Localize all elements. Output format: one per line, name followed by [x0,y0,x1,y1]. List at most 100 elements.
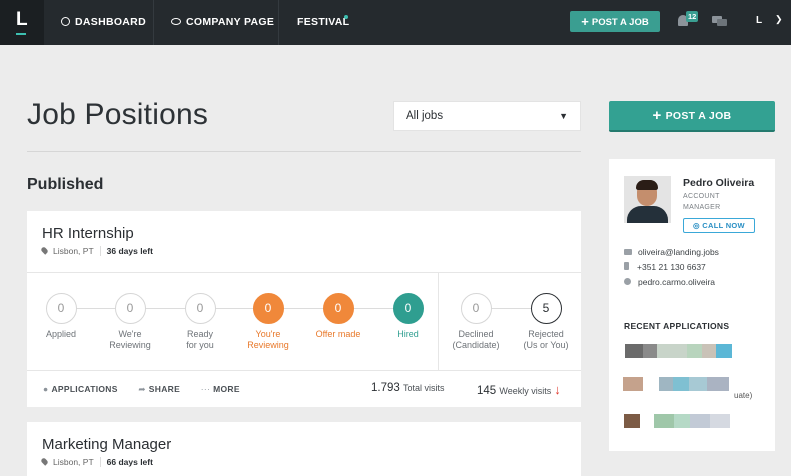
share-label: SHARE [148,384,181,394]
stage-label: Offer made [315,329,361,339]
new-dot-indicator [344,15,348,19]
logo[interactable]: L [0,0,44,45]
total-visits-value: 1.793 [371,382,400,394]
nav-company-page-label: COMPANY PAGE [186,16,275,28]
plus-icon: + [652,107,662,124]
stage-count: 5 [530,293,562,324]
stage-hired[interactable]: 0 Hired [378,293,438,340]
stage-applied[interactable]: 0 Applied [31,293,91,340]
call-now-button[interactable]: ◎ CALL NOW [683,218,755,233]
more-icon: ··· [200,384,211,394]
job-location: Lisbon, PT [53,457,94,467]
stage-ready-for-you[interactable]: 0 Ready for you [170,293,230,351]
weekly-visits: 145 Weekly visits ↓ [477,382,561,397]
divider [438,273,439,370]
job-location: Lisbon, PT [53,246,94,256]
stage-label: You're Reviewing [247,329,289,350]
stage-label: Declined (Candidate) [452,329,500,350]
skype-icon [624,278,631,285]
manager-phone[interactable]: +351 21 130 6637 [624,262,706,272]
manager-phone-text: +351 21 130 6637 [637,262,706,272]
arrow-down-icon: ↓ [554,382,561,397]
plus-icon: + [581,14,589,29]
stage-you-reviewing[interactable]: 0 You're Reviewing [238,293,298,351]
nav-dashboard-label: DASHBOARD [75,16,146,28]
section-heading: Published [27,176,104,193]
notification-badge: 12 [686,11,699,22]
nav-post-job-label: POST A JOB [591,17,649,28]
jobs-filter-select[interactable]: All jobs ▼ [393,101,581,131]
user-icon: ● [43,384,49,394]
page-title: Job Positions [27,98,209,131]
recent-application-item[interactable] [624,414,734,428]
total-visits-label: Total visits [402,383,445,393]
job-actions: ● APPLICATIONS ➦ SHARE ··· MORE [43,384,258,395]
manager-skype-text: pedro.carmo.oliveira [638,277,716,287]
stage-label: We're Reviewing [109,329,151,350]
stage-label: Hired [397,329,419,339]
recent-application-fragment: uate) [734,391,753,400]
share-link[interactable]: ➦ SHARE [138,384,189,394]
manager-email[interactable]: oliveira@landing.jobs [624,247,719,257]
job-days-left: 36 days left [99,246,153,256]
jobs-filter-value: All jobs [406,110,444,122]
stage-label: Applied [45,329,77,339]
stage-count: 0 [184,293,216,324]
nav-company-page[interactable]: COMPANY PAGE [154,0,279,45]
stage-declined[interactable]: 0 Declined (Candidate) [446,293,506,351]
applications-label: APPLICATIONS [51,384,118,394]
job-card: Marketing Manager Lisbon, PT 66 days left [27,422,581,476]
recent-applications-title: RECENT APPLICATIONS [624,321,730,331]
share-icon: ➦ [138,384,146,394]
chevron-down-icon[interactable]: ❯ [775,14,783,25]
stage-count: 0 [45,293,77,324]
nav-festival-label: FESTIVAL [297,16,350,28]
job-title[interactable]: HR Internship [42,225,134,242]
nav-post-job-button[interactable]: + POST A JOB [570,11,660,32]
manager-photo [624,176,671,223]
applications-link[interactable]: ● APPLICATIONS [43,384,127,394]
nav-dashboard[interactable]: DASHBOARD [44,0,154,45]
user-avatar[interactable]: L [756,15,762,26]
stage-count: 0 [392,293,424,324]
stage-count: 0 [322,293,354,324]
dashboard-icon [61,17,70,26]
weekly-visits-value: 145 [477,385,497,397]
recent-application-item[interactable] [623,377,739,391]
job-meta: Lisbon, PT 36 days left [40,246,153,256]
more-label: MORE [213,384,240,394]
post-job-button[interactable]: + POST A JOB [609,101,775,132]
more-link[interactable]: ··· MORE [201,384,249,394]
total-visits: 1.793 Total visits [371,382,445,394]
location-pin-icon [40,457,49,466]
manager-skype[interactable]: pedro.carmo.oliveira [624,277,715,287]
recent-application-item[interactable] [625,344,735,358]
top-navbar: L DASHBOARD COMPANY PAGE FESTIVAL + POST … [0,0,791,45]
job-meta: Lisbon, PT 66 days left [40,457,153,467]
divider [27,151,581,152]
stage-rejected[interactable]: 5 Rejected (Us or You) [516,293,576,351]
job-card: HR Internship Lisbon, PT 36 days left 0 A… [27,211,581,407]
chevron-down-icon: ▼ [559,111,568,121]
manager-name: Pedro Oliveira [683,177,755,189]
stage-we-reviewing[interactable]: 0 We're Reviewing [100,293,160,351]
nav-festival[interactable]: FESTIVAL [279,0,364,45]
phone-icon [624,262,629,270]
messages-icon[interactable] [712,16,727,26]
envelope-icon [624,249,632,255]
job-title[interactable]: Marketing Manager [42,436,171,453]
account-manager-panel: Pedro Oliveira ACCOUNT MANAGER ◎ CALL NO… [609,159,775,451]
job-days-left: 66 days left [99,457,153,467]
stage-count: 0 [252,293,284,324]
manager-email-text: oliveira@landing.jobs [638,247,719,257]
logo-letter: L [16,9,28,30]
stage-label: Ready for you [186,329,214,350]
location-pin-icon [40,246,49,255]
stage-offer-made[interactable]: 0 Offer made [308,293,368,340]
weekly-visits-label: Weekly visits [499,386,552,396]
post-job-label: POST A JOB [665,110,732,122]
eye-icon [171,18,181,25]
stage-label: Rejected (Us or You) [523,329,569,350]
stage-count: 0 [460,293,492,324]
stage-count: 0 [114,293,146,324]
